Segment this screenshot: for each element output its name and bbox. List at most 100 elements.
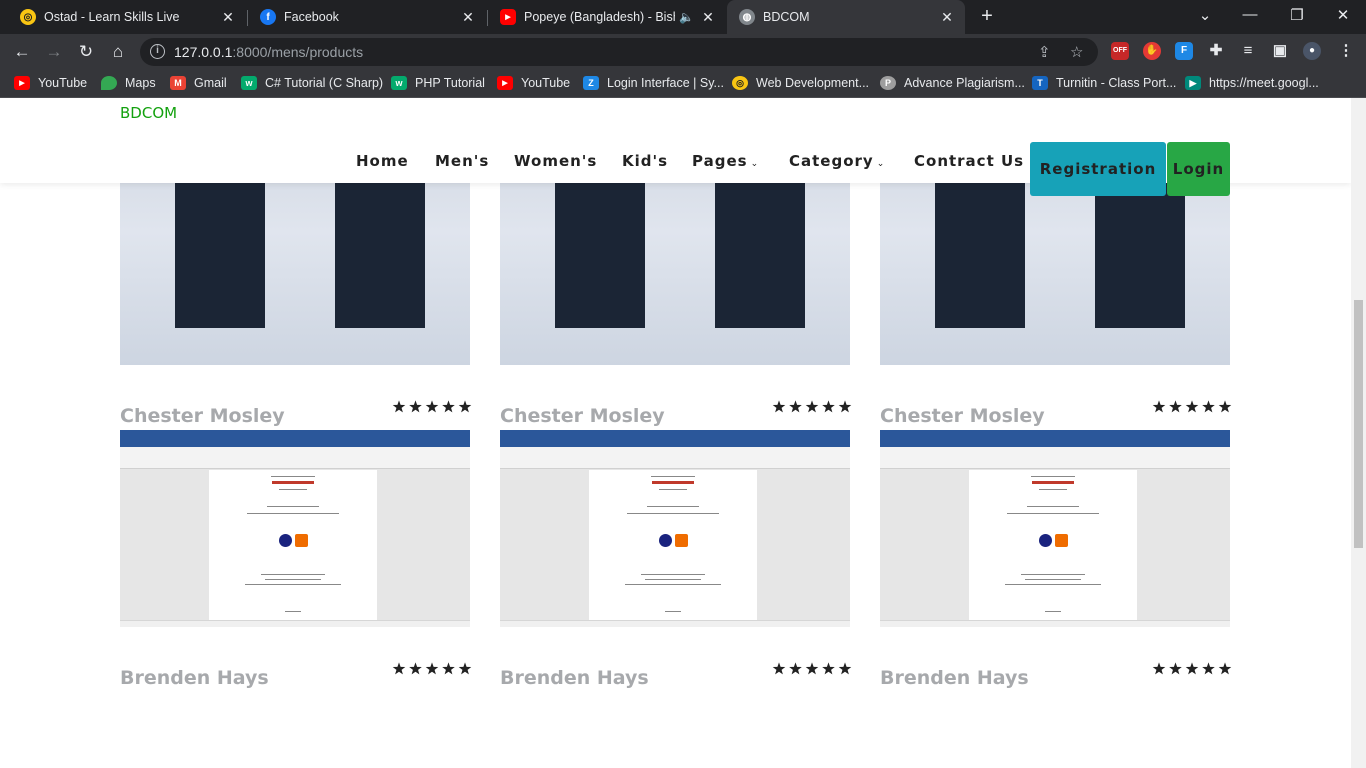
- star-icon: [772, 662, 786, 675]
- star-icon: [789, 662, 802, 675]
- star-icon: [772, 400, 786, 413]
- new-tab-button[interactable]: +: [976, 6, 998, 28]
- maximize-icon[interactable]: ❐: [1285, 6, 1309, 24]
- product-name[interactable]: Brenden Hays: [120, 667, 269, 689]
- star-icon: [1152, 400, 1166, 413]
- scrollbar-thumb[interactable]: [1354, 300, 1363, 548]
- profile-avatar[interactable]: ●: [1303, 42, 1321, 60]
- tab-facebook[interactable]: f Facebook ✕: [248, 0, 486, 34]
- star-icon: [409, 662, 422, 675]
- bookmark-login-interface[interactable]: Z Login Interface | Sy...: [583, 76, 724, 90]
- bookmark-gmail[interactable]: M Gmail: [170, 76, 227, 90]
- nav-pages[interactable]: Pages ⌄: [692, 152, 759, 170]
- media-control-icon[interactable]: ≡: [1239, 42, 1257, 60]
- login-button[interactable]: Login: [1167, 142, 1230, 196]
- star-icon: [458, 662, 472, 675]
- product-name[interactable]: Brenden Hays: [880, 667, 1029, 689]
- bookmark-meet[interactable]: ▶ https://meet.googl...: [1185, 76, 1319, 90]
- w3schools-icon: w: [391, 76, 407, 90]
- product-image[interactable]: [120, 430, 470, 627]
- product-name[interactable]: Chester Mosley: [880, 405, 1045, 427]
- nav-kids[interactable]: Kid's: [622, 152, 668, 170]
- product-name[interactable]: Chester Mosley: [500, 405, 665, 427]
- nav-home[interactable]: Home: [356, 152, 409, 170]
- share-icon[interactable]: ⇪: [1038, 43, 1051, 61]
- puzzle-icon[interactable]: ✚: [1207, 42, 1225, 60]
- bookmark-youtube-2[interactable]: ▶ YouTube: [497, 76, 570, 90]
- reload-icon[interactable]: ↻: [75, 41, 97, 63]
- youtube-icon: ▶: [14, 76, 30, 90]
- adblock-icon[interactable]: ✋: [1143, 42, 1161, 60]
- product-image[interactable]: [500, 430, 850, 627]
- star-icon: [838, 662, 852, 675]
- star-icon: [409, 400, 422, 413]
- star-icon: [789, 400, 802, 413]
- page-viewport: BDCOM Home Men's Women's Kid's Pages ⌄ Ca…: [0, 98, 1351, 768]
- extension-off-icon[interactable]: OFF: [1111, 42, 1129, 60]
- page-scrollbar[interactable]: [1351, 98, 1366, 768]
- product-name[interactable]: Brenden Hays: [500, 667, 649, 689]
- star-icon: [822, 662, 835, 675]
- home-icon[interactable]: ⌂: [107, 41, 129, 63]
- site-info-icon[interactable]: i: [150, 44, 165, 59]
- star-icon: [1169, 400, 1182, 413]
- star-icon: [425, 662, 439, 675]
- meet-icon: ▶: [1185, 76, 1201, 90]
- star-icon: [822, 400, 835, 413]
- facebook-icon: f: [260, 9, 276, 25]
- tab-youtube[interactable]: ▶ Popeye (Bangladesh) - Bisho 🔈 ✕: [488, 0, 726, 34]
- star-icon: [805, 662, 819, 675]
- star-icon: [392, 400, 406, 413]
- registration-button[interactable]: Registration: [1030, 142, 1166, 196]
- close-icon[interactable]: ✕: [458, 9, 478, 26]
- close-icon[interactable]: ✕: [698, 9, 718, 26]
- side-panel-icon[interactable]: ▣: [1271, 42, 1289, 60]
- bookmark-plagiarism[interactable]: P Advance Plagiarism...: [880, 76, 1025, 90]
- tab-title: Popeye (Bangladesh) - Bisho: [524, 10, 676, 24]
- star-icon: [425, 400, 439, 413]
- close-icon[interactable]: ✕: [937, 9, 957, 26]
- product-name[interactable]: Chester Mosley: [120, 405, 285, 427]
- product-image[interactable]: [880, 430, 1230, 627]
- youtube-icon: ▶: [497, 76, 513, 90]
- tab-ostad[interactable]: ◎ Ostad - Learn Skills Live ✕: [8, 0, 246, 34]
- bookmark-turnitin[interactable]: T Turnitin - Class Port...: [1032, 76, 1176, 90]
- speaker-icon[interactable]: 🔈: [679, 10, 694, 24]
- tab-title: Facebook: [284, 10, 339, 24]
- rating-stars: [392, 662, 472, 676]
- nav-womens[interactable]: Women's: [514, 152, 597, 170]
- rating-stars: [1152, 400, 1232, 414]
- nav-category[interactable]: Category ⌄: [789, 152, 885, 170]
- star-icon: [1202, 400, 1215, 413]
- menu-kebab-icon[interactable]: ⋮: [1337, 42, 1355, 60]
- turnitin-icon: T: [1032, 76, 1048, 90]
- minimize-icon[interactable]: —: [1238, 6, 1262, 23]
- nav-mens[interactable]: Men's: [435, 152, 489, 170]
- close-icon[interactable]: ✕: [218, 9, 238, 26]
- bookmarks-bar: ▶ YouTube Maps M Gmail w C# Tutorial (C Sha…: [0, 70, 1366, 98]
- youtube-icon: ▶: [500, 9, 516, 25]
- bookmark-php[interactable]: w PHP Tutorial: [391, 76, 485, 90]
- bookmark-web-development[interactable]: ◎ Web Development...: [732, 76, 869, 90]
- bookmark-youtube[interactable]: ▶ YouTube: [14, 76, 87, 90]
- bookmark-maps[interactable]: Maps: [101, 76, 156, 90]
- w3schools-icon: w: [241, 76, 257, 90]
- forward-icon[interactable]: →: [43, 41, 65, 63]
- bookmark-star-icon[interactable]: ☆: [1070, 43, 1083, 61]
- document-page-image: [969, 470, 1137, 620]
- star-icon: [392, 662, 406, 675]
- tab-search-icon[interactable]: ⌄: [1193, 6, 1217, 24]
- brand-logo[interactable]: BDCOM: [120, 104, 177, 122]
- maps-icon: [101, 76, 117, 90]
- tab-title: Ostad - Learn Skills Live: [44, 10, 180, 24]
- tab-bdcom[interactable]: ◍ BDCOM ✕: [727, 0, 965, 34]
- nav-contact[interactable]: Contract Us: [914, 152, 1024, 170]
- back-icon[interactable]: ←: [11, 41, 33, 63]
- document-page-image: [209, 470, 377, 620]
- close-window-icon[interactable]: ✕: [1331, 6, 1355, 24]
- star-icon: [1185, 400, 1199, 413]
- font-extension-icon[interactable]: F: [1175, 42, 1193, 60]
- chevron-down-icon: ⌄: [876, 159, 886, 169]
- bookmark-csharp[interactable]: w C# Tutorial (C Sharp): [241, 76, 383, 90]
- address-bar[interactable]: i 127.0.0.1:8000/mens/products ⇪ ☆: [140, 38, 1098, 66]
